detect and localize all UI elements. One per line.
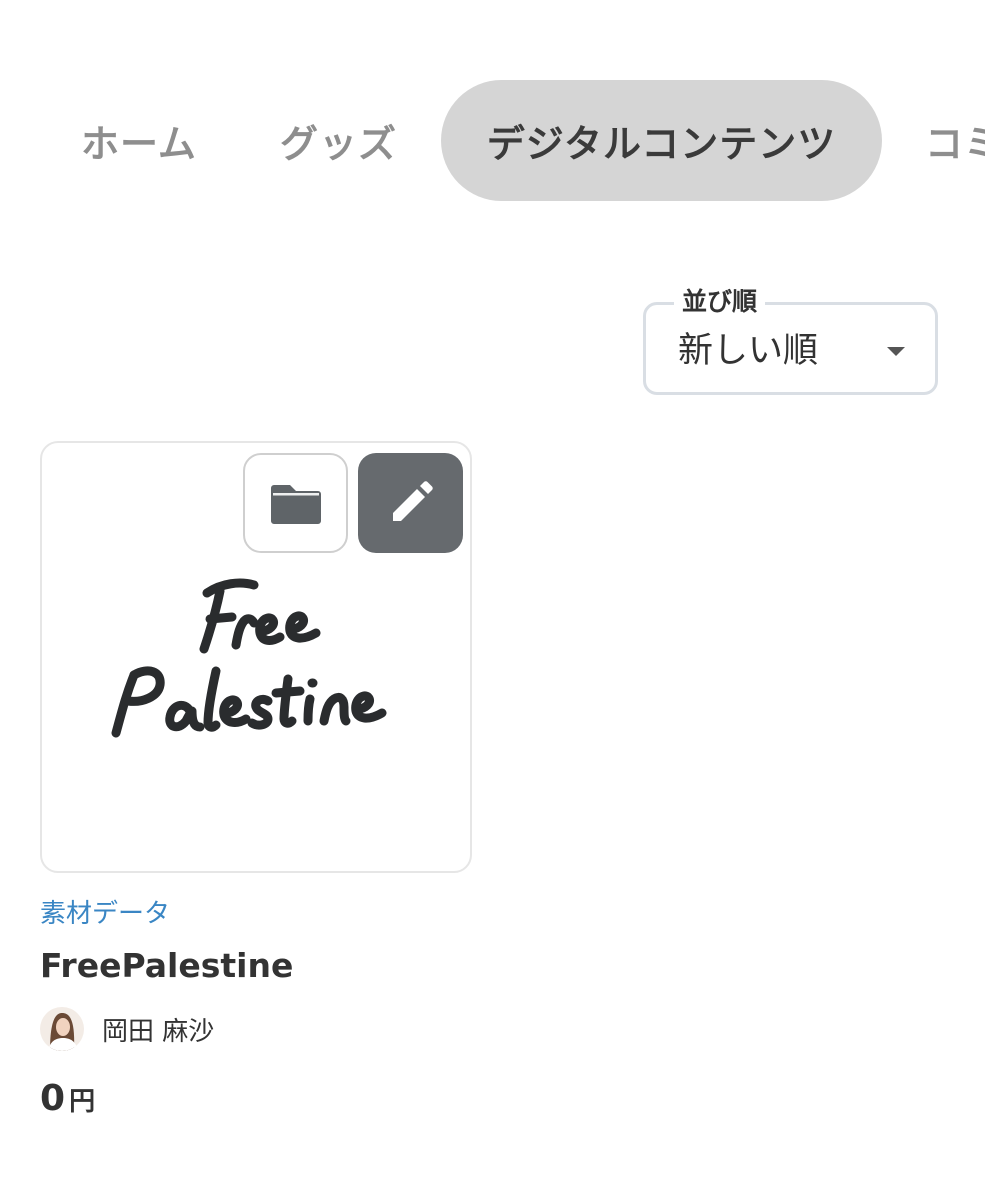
- sort-label: 並び順: [674, 285, 766, 319]
- product-category-link[interactable]: 素材データ: [40, 897, 170, 931]
- tab-goods[interactable]: グッズ: [280, 80, 397, 201]
- tab-home[interactable]: ホーム: [81, 80, 197, 201]
- edit-button[interactable]: [358, 453, 463, 553]
- sort-selected-value: 新しい順: [678, 331, 819, 371]
- tab-comic[interactable]: コミ: [925, 80, 985, 201]
- page: ホーム グッズ デジタルコンテンツ コミ 並び順 新しい順 素材データ Free…: [0, 0, 985, 1200]
- product-title[interactable]: FreePalestine: [40, 944, 293, 988]
- free-palestine-artwork: [111, 578, 387, 738]
- product-card[interactable]: [40, 441, 472, 873]
- price-amount: 0: [40, 1078, 66, 1119]
- caret-down-icon: [887, 347, 905, 356]
- avatar: [40, 1007, 84, 1051]
- pencil-icon: [392, 481, 433, 521]
- creator-avatar-image: [40, 1007, 84, 1051]
- sort-select[interactable]: 並び順 新しい順: [643, 285, 938, 395]
- tab-digital-content[interactable]: デジタルコンテンツ: [441, 80, 882, 201]
- folder-icon: [270, 485, 321, 524]
- folder-button[interactable]: [243, 453, 348, 553]
- creator-name: 岡田 麻沙: [102, 1016, 215, 1047]
- price-currency: 円: [69, 1087, 96, 1117]
- creator-link[interactable]: 岡田 麻沙: [40, 1006, 214, 1052]
- product-price: 0 円: [40, 1078, 95, 1119]
